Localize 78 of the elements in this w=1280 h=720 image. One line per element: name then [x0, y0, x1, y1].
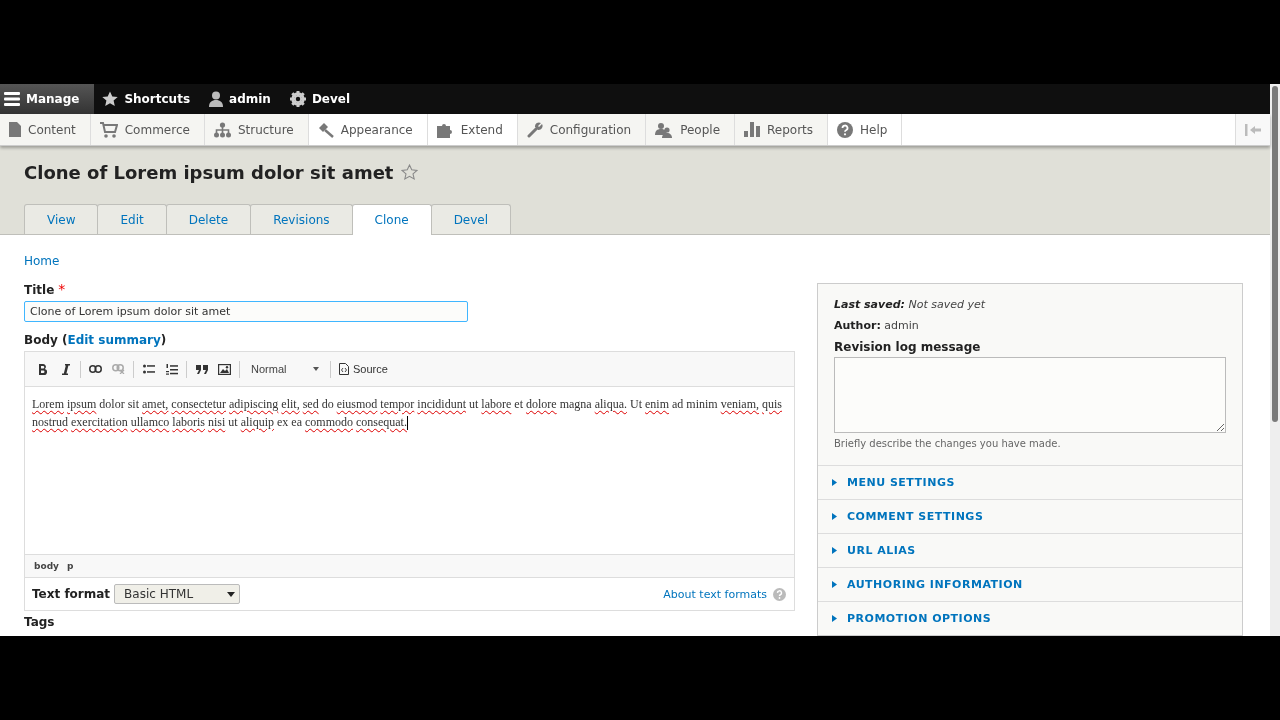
bulleted-list-icon [142, 364, 155, 374]
text-format-select[interactable]: Basic HTML [114, 584, 241, 604]
paragraph-format-dropdown[interactable]: Normal [243, 363, 327, 375]
revision-log-field[interactable] [834, 357, 1226, 433]
puzzle-icon [436, 121, 454, 138]
menu-icon [4, 92, 20, 107]
numbered-list-icon [165, 363, 178, 375]
tab[interactable]: Delete [165, 204, 252, 234]
collapse-toggle[interactable] [1235, 114, 1270, 145]
tray-item[interactable]: Commerce [90, 114, 205, 145]
last-saved-text: Last saved: Not saved yet [834, 298, 987, 311]
caret-icon [832, 547, 837, 554]
quote-icon [195, 364, 208, 374]
tray-item[interactable]: Content [0, 114, 91, 145]
details-section[interactable]: URL ALIAS [818, 533, 1242, 567]
toolbar-item[interactable]: Shortcuts [94, 84, 202, 115]
tab[interactable]: View [24, 204, 99, 234]
tray-item[interactable]: Extend [427, 114, 518, 145]
sitemap-icon [213, 121, 231, 138]
tab[interactable]: Edit [97, 204, 167, 234]
caret-icon [832, 479, 837, 486]
author-text: Author: admin [834, 319, 920, 332]
body-text: Lorem ipsum dolor sit amet, consectetur adipiscing elit, sed do eiusmod tempor incididunt ut labore et dolore magna aliqua. Ut enim ad minim veniam, quis nostrud exercitation ullamco laboris nisi ut aliquip ex ea commodo consequat. [32, 396, 783, 431]
brush-icon [317, 121, 334, 138]
field-label: Title [24, 283, 55, 297]
tab[interactable]: Devel [430, 204, 512, 234]
element-path-item[interactable]: p [63, 561, 77, 571]
caret-icon [832, 513, 837, 520]
details-section[interactable]: AUTHORING INFORMATION [818, 567, 1242, 601]
details-section[interactable]: PROMOTION OPTIONS [818, 601, 1242, 635]
text-format-label: Text format [32, 587, 111, 601]
title-field[interactable]: Clone of Lorem ipsum dolor sit amet [24, 301, 468, 322]
scrollbar[interactable] [1270, 84, 1280, 636]
tab[interactable]: Revisions [250, 204, 353, 234]
source-button[interactable]: Source [334, 363, 393, 375]
tray-item[interactable]: People [646, 114, 736, 145]
link-icon [89, 365, 102, 373]
toolbar-item[interactable]: admin [201, 84, 282, 115]
field-label: Revision log message [834, 340, 982, 354]
wrench-icon [526, 121, 543, 138]
tray-item[interactable]: Help [828, 114, 903, 145]
caret-icon [313, 367, 319, 371]
details-section[interactable]: COMMENT SETTINGS [818, 499, 1242, 533]
bold-icon [38, 363, 47, 375]
about-text-formats-link[interactable]: About text formats [663, 587, 767, 601]
source-icon [339, 363, 349, 375]
breadcrumb-link[interactable]: Home [24, 254, 60, 268]
toolbar-item[interactable]: Devel [281, 84, 362, 115]
element-path-item[interactable]: body [31, 561, 62, 571]
collapse-icon [1245, 123, 1261, 136]
unlink-icon [112, 364, 125, 374]
caret-icon [227, 591, 236, 597]
tray-item[interactable]: Configuration [517, 114, 647, 145]
bar-chart-icon [744, 122, 761, 138]
star-icon[interactable] [401, 164, 419, 181]
image-icon [218, 363, 231, 375]
toolbar-item[interactable]: Manage [0, 84, 95, 115]
edit-summary-link[interactable]: Edit summary [67, 333, 161, 347]
caret-icon [832, 581, 837, 588]
cart-icon [99, 121, 118, 138]
user-icon [209, 91, 224, 108]
help-icon [837, 121, 854, 138]
tray-item[interactable]: Reports [735, 114, 829, 145]
people-icon [655, 121, 674, 138]
star-icon [102, 91, 119, 108]
caret-icon [832, 615, 837, 622]
field-label: Body (Edit summary) [24, 333, 167, 347]
tray-item[interactable]: Appearance [308, 114, 428, 145]
tray-item[interactable]: Structure [204, 114, 309, 145]
details-section[interactable]: MENU SETTINGS [818, 465, 1242, 499]
gear-icon [289, 91, 306, 108]
required-marker: * [58, 281, 66, 297]
field-label: Tags [24, 615, 56, 629]
tab[interactable]: Clone [351, 204, 432, 235]
italic-icon [61, 363, 70, 375]
page-icon [9, 122, 21, 138]
page-title: Clone of Lorem ipsum dolor sit amet [24, 162, 394, 183]
field-description: Briefly describe the changes you have made. [834, 438, 1062, 449]
